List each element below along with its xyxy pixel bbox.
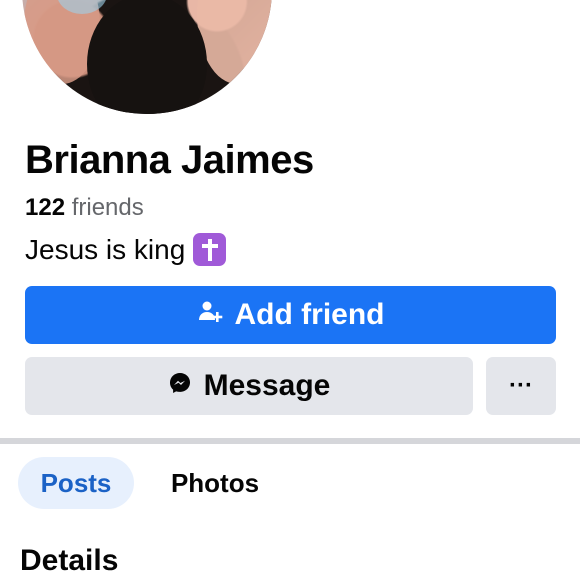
- friends-count-label: friends: [71, 194, 144, 221]
- profile-avatar[interactable]: [22, 0, 272, 114]
- tab-photos[interactable]: Photos: [150, 457, 280, 509]
- messenger-icon: [168, 369, 192, 403]
- profile-name: Brianna Jaimes: [25, 138, 314, 182]
- profile-bio: Jesus is king: [25, 233, 227, 266]
- message-label: Message: [203, 369, 331, 402]
- avatar-photo-graphic: [24, 0, 272, 114]
- message-button[interactable]: Message: [25, 357, 473, 415]
- latin-cross-icon: [193, 233, 227, 266]
- details-heading: Details: [20, 544, 119, 577]
- add-friend-icon: [197, 298, 223, 332]
- friends-count[interactable]: 122 friends: [25, 194, 144, 222]
- section-divider: [0, 438, 580, 444]
- more-options-button[interactable]: ···: [486, 357, 556, 415]
- more-options-icon: ···: [509, 372, 533, 399]
- friends-count-number: 122: [25, 194, 66, 221]
- add-friend-button[interactable]: Add friend: [25, 286, 556, 344]
- tab-posts[interactable]: Posts: [18, 457, 134, 509]
- add-friend-label: Add friend: [234, 298, 385, 331]
- bio-text: Jesus is king: [25, 233, 186, 265]
